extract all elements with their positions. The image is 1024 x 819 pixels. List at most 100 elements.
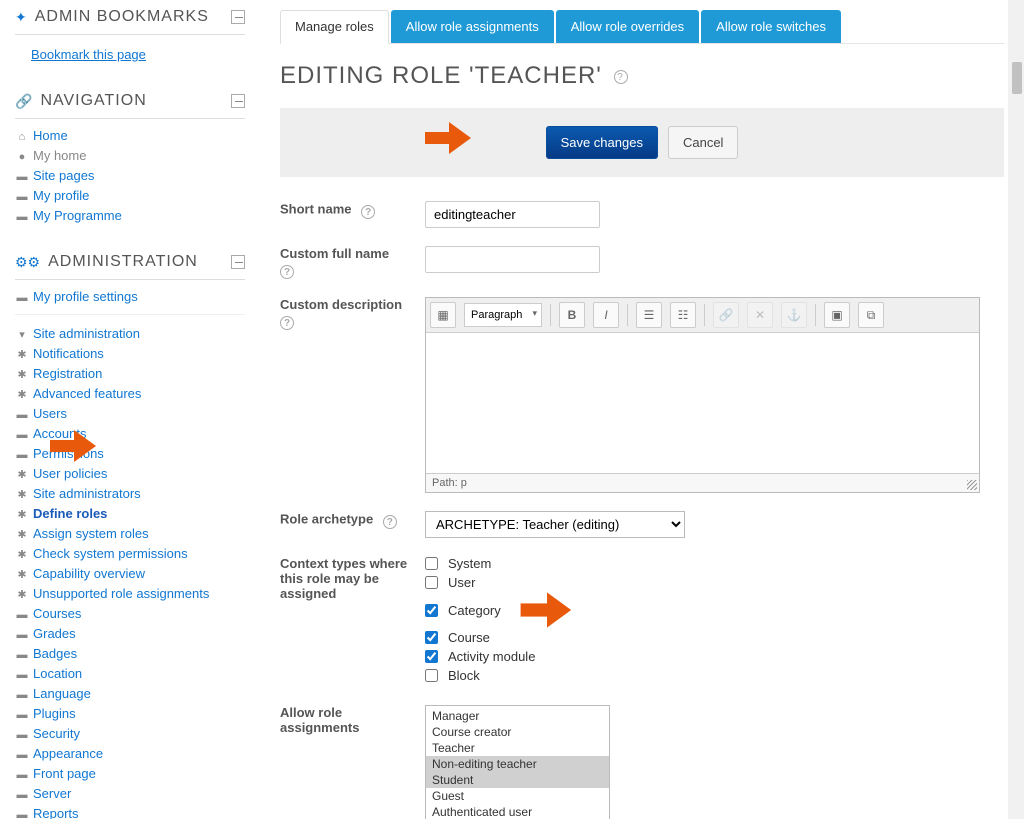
admin-nav-item[interactable]: ▬Grades bbox=[15, 623, 245, 643]
admin-nav-item[interactable]: ▾Site administration bbox=[15, 323, 245, 343]
nav-item[interactable]: ●My home bbox=[15, 145, 245, 165]
description-editor[interactable]: ▦ Paragraph B I ☰ ☷ 🔗 ✕ ⚓ ▣ bbox=[425, 297, 980, 493]
admin-nav-link[interactable]: Courses bbox=[33, 606, 81, 621]
cancel-button[interactable]: Cancel bbox=[668, 126, 738, 159]
context-checkbox[interactable] bbox=[425, 557, 438, 570]
admin-nav-item[interactable]: ✱Site administrators bbox=[15, 483, 245, 503]
tab[interactable]: Manage roles bbox=[280, 10, 389, 44]
admin-nav-item[interactable]: ▬My profile settings bbox=[15, 286, 245, 306]
admin-nav-link[interactable]: Badges bbox=[33, 646, 77, 661]
context-checkbox[interactable] bbox=[425, 576, 438, 589]
help-icon[interactable]: ? bbox=[280, 265, 294, 279]
nav-item[interactable]: ▬Site pages bbox=[15, 165, 245, 185]
admin-nav-item[interactable]: ✱Unsupported role assignments bbox=[15, 583, 245, 603]
admin-nav-link[interactable]: Users bbox=[33, 406, 67, 421]
save-button[interactable]: Save changes bbox=[546, 126, 658, 159]
nav-item[interactable]: ⌂Home bbox=[15, 125, 245, 145]
number-list-icon[interactable]: ☷ bbox=[670, 302, 696, 328]
context-checkbox[interactable] bbox=[425, 604, 438, 617]
toolbar-toggle-icon[interactable]: ▦ bbox=[430, 302, 456, 328]
admin-nav-link[interactable]: Grades bbox=[33, 626, 76, 641]
image-icon[interactable]: ▣ bbox=[824, 302, 850, 328]
role-option[interactable]: Course creator bbox=[426, 724, 609, 740]
role-option[interactable]: Teacher bbox=[426, 740, 609, 756]
tab[interactable]: Allow role assignments bbox=[391, 10, 554, 43]
admin-nav-link[interactable]: Define roles bbox=[33, 506, 107, 521]
admin-nav-link[interactable]: Check system permissions bbox=[33, 546, 188, 561]
admin-nav-link[interactable]: Assign system roles bbox=[33, 526, 149, 541]
context-checkbox[interactable] bbox=[425, 650, 438, 663]
admin-nav-link[interactable]: Security bbox=[33, 726, 80, 741]
admin-nav-link[interactable]: Reports bbox=[33, 806, 79, 819]
role-option[interactable]: Authenticated user bbox=[426, 804, 609, 819]
nav-link[interactable]: My Programme bbox=[33, 208, 122, 223]
admin-nav-item[interactable]: ▬Badges bbox=[15, 643, 245, 663]
admin-nav-link[interactable]: Plugins bbox=[33, 706, 76, 721]
admin-nav-item[interactable]: ✱Registration bbox=[15, 363, 245, 383]
admin-nav-item[interactable]: ▬Server bbox=[15, 783, 245, 803]
admin-nav-link[interactable]: Registration bbox=[33, 366, 102, 381]
allow-assignments-select[interactable]: ManagerCourse creatorTeacherNon-editing … bbox=[425, 705, 610, 819]
tab[interactable]: Allow role switches bbox=[701, 10, 841, 43]
admin-nav-item[interactable]: ▬Reports bbox=[15, 803, 245, 819]
admin-nav-item[interactable]: ▬Plugins bbox=[15, 703, 245, 723]
admin-nav-link[interactable]: User policies bbox=[33, 466, 107, 481]
admin-nav-link[interactable]: Capability overview bbox=[33, 566, 145, 581]
admin-nav-item[interactable]: ✱Define roles bbox=[15, 503, 245, 523]
admin-nav-link[interactable]: Site administration bbox=[33, 326, 140, 341]
custom-fullname-input[interactable] bbox=[425, 246, 600, 273]
admin-nav-item[interactable]: ▬Appearance bbox=[15, 743, 245, 763]
nav-item[interactable]: ▬My profile bbox=[15, 185, 245, 205]
role-option[interactable]: Manager bbox=[426, 708, 609, 724]
nav-item[interactable]: ▬My Programme bbox=[15, 205, 245, 225]
help-icon[interactable]: ? bbox=[383, 515, 397, 529]
media-icon[interactable]: ⧉ bbox=[858, 302, 884, 328]
role-option[interactable]: Guest bbox=[426, 788, 609, 804]
help-icon[interactable]: ? bbox=[280, 316, 294, 330]
admin-nav-item[interactable]: ✱Assign system roles bbox=[15, 523, 245, 543]
admin-nav-link[interactable]: Server bbox=[33, 786, 71, 801]
tab[interactable]: Allow role overrides bbox=[556, 10, 699, 43]
bullet-list-icon[interactable]: ☰ bbox=[636, 302, 662, 328]
nav-link[interactable]: My profile bbox=[33, 188, 89, 203]
admin-nav-item[interactable]: ▬Language bbox=[15, 683, 245, 703]
format-select[interactable]: Paragraph bbox=[464, 303, 542, 327]
admin-nav-item[interactable]: ▬Users bbox=[15, 403, 245, 423]
anchor-icon[interactable]: ⚓ bbox=[781, 302, 807, 328]
role-option[interactable]: Student bbox=[426, 772, 609, 788]
nav-link[interactable]: Site pages bbox=[33, 168, 94, 183]
archetype-select[interactable]: ARCHETYPE: Teacher (editing) bbox=[425, 511, 685, 538]
nav-link[interactable]: Home bbox=[33, 128, 68, 143]
role-option[interactable]: Non-editing teacher bbox=[426, 756, 609, 772]
admin-nav-item[interactable]: ✱Capability overview bbox=[15, 563, 245, 583]
admin-nav-link[interactable]: Location bbox=[33, 666, 82, 681]
collapse-icon[interactable] bbox=[231, 10, 245, 24]
context-checkbox[interactable] bbox=[425, 631, 438, 644]
admin-nav-item[interactable]: ▬Location bbox=[15, 663, 245, 683]
nav-link[interactable]: My home bbox=[33, 148, 86, 163]
link-icon[interactable]: 🔗 bbox=[713, 302, 739, 328]
admin-nav-item[interactable]: ▬Security bbox=[15, 723, 245, 743]
admin-nav-item[interactable]: ✱Notifications bbox=[15, 343, 245, 363]
collapse-icon[interactable] bbox=[231, 255, 245, 269]
admin-nav-link[interactable]: Site administrators bbox=[33, 486, 141, 501]
admin-nav-link[interactable]: Notifications bbox=[33, 346, 104, 361]
help-icon[interactable]: ? bbox=[614, 70, 628, 84]
admin-nav-link[interactable]: My profile settings bbox=[33, 289, 138, 304]
resize-handle-icon[interactable] bbox=[967, 480, 977, 490]
admin-nav-link[interactable]: Front page bbox=[33, 766, 96, 781]
admin-nav-item[interactable]: ✱Check system permissions bbox=[15, 543, 245, 563]
help-icon[interactable]: ? bbox=[361, 205, 375, 219]
bookmark-page-link[interactable]: Bookmark this page bbox=[15, 41, 245, 64]
admin-nav-link[interactable]: Language bbox=[33, 686, 91, 701]
scrollbar[interactable] bbox=[1008, 0, 1024, 819]
collapse-icon[interactable] bbox=[231, 94, 245, 108]
shortname-input[interactable] bbox=[425, 201, 600, 228]
bold-icon[interactable]: B bbox=[559, 302, 585, 328]
admin-nav-item[interactable]: ✱Advanced features bbox=[15, 383, 245, 403]
admin-nav-link[interactable]: Advanced features bbox=[33, 386, 141, 401]
admin-nav-item[interactable]: ▬Courses bbox=[15, 603, 245, 623]
italic-icon[interactable]: I bbox=[593, 302, 619, 328]
unlink-icon[interactable]: ✕ bbox=[747, 302, 773, 328]
admin-nav-link[interactable]: Unsupported role assignments bbox=[33, 586, 209, 601]
